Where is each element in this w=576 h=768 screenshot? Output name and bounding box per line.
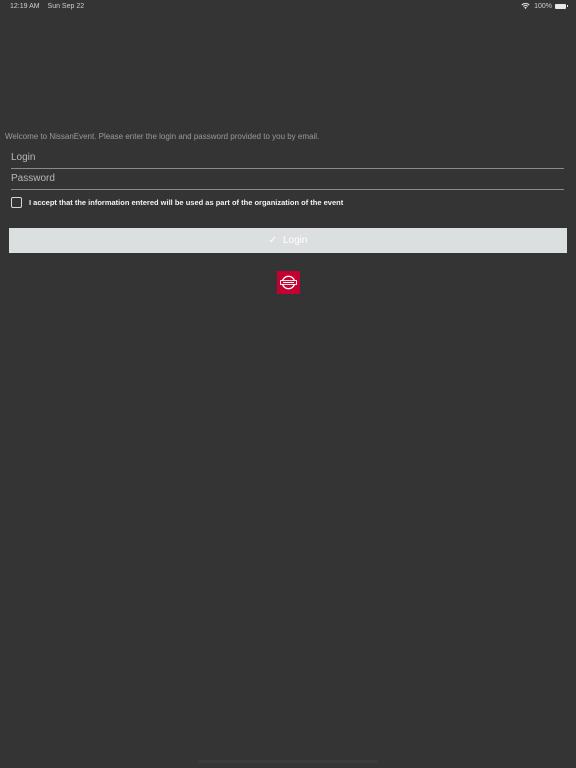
- password-input[interactable]: [11, 170, 564, 186]
- accept-terms-label: I accept that the information entered wi…: [29, 198, 344, 207]
- status-left: 12:19 AM Sun Sep 22: [10, 3, 90, 10]
- status-date: Sun Sep 22: [47, 3, 85, 10]
- nissan-logo-mark: [280, 275, 297, 290]
- login-button-label: Login: [282, 235, 308, 246]
- login-button[interactable]: ✓ Login: [9, 228, 567, 253]
- status-time: 12:19 AM: [10, 3, 40, 10]
- welcome-message: Welcome to NissanEvent. Please enter the…: [5, 132, 320, 141]
- accept-terms-row[interactable]: I accept that the information entered wi…: [11, 197, 343, 208]
- status-bar: 12:19 AM Sun Sep 22 100%: [0, 0, 576, 14]
- login-field: [11, 148, 564, 169]
- accept-terms-checkbox[interactable]: [11, 197, 22, 208]
- login-input[interactable]: [11, 149, 564, 165]
- check-icon: ✓: [268, 235, 277, 246]
- nissan-logo: [277, 271, 300, 294]
- password-field: [11, 169, 564, 190]
- status-right: 100%: [521, 2, 568, 10]
- home-indicator: [198, 760, 378, 763]
- battery-percent: 100%: [534, 2, 552, 10]
- wifi-icon: [521, 3, 530, 9]
- battery-icon: [555, 3, 568, 9]
- login-screen: 12:19 AM Sun Sep 22 100% Welcome to Niss…: [0, 0, 576, 768]
